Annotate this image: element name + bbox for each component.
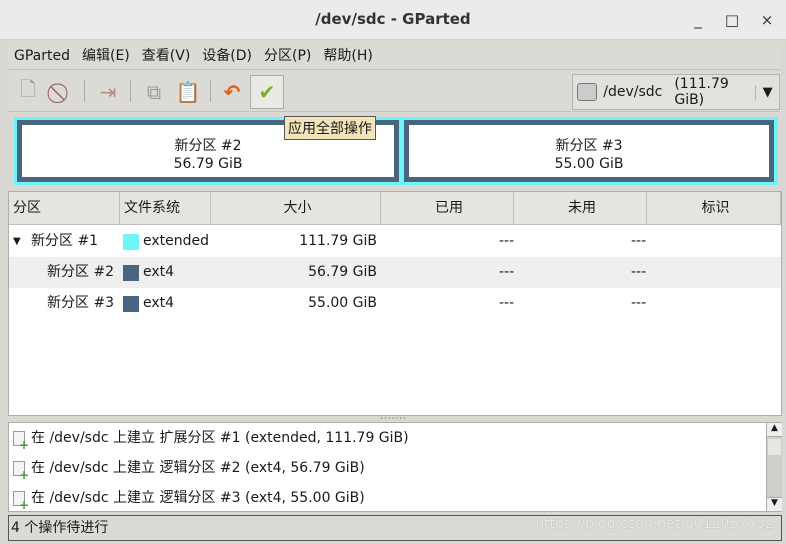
menu-view[interactable]: 查看(V) [136,42,197,70]
pending-operations-list: 在 /dev/sdc 上建立 扩展分区 #1 (extended, 111.79… [8,422,782,512]
minimize-button[interactable]: _ [686,8,710,32]
chevron-down-icon[interactable]: ▼ [755,84,779,100]
apply-all-icon[interactable]: ✔ [250,75,284,109]
new-partition-icon [13,490,29,510]
maximize-button[interactable]: □ [720,8,744,32]
new-partition-icon [13,460,29,480]
fs-color-swatch [123,265,139,281]
col-flags[interactable]: 标识 [647,192,781,225]
extended-partition-graph[interactable]: 新分区 #2 56.79 GiB 新分区 #3 55.00 GiB [14,117,778,185]
menu-bar: GParted 编辑(E) 查看(V) 设备(D) 分区(P) 帮助(H) [8,42,780,70]
disk-icon [577,83,598,101]
operation-text: 在 /dev/sdc 上建立 逻辑分区 #3 (ext4, 55.00 GiB) [31,490,365,506]
scrollbar[interactable]: ▲ ▼ [766,423,782,511]
menu-help[interactable]: 帮助(H) [317,42,378,70]
graph-partition-size: 56.79 GiB [173,156,243,172]
used: --- [499,233,515,249]
expander-icon[interactable]: ▼ [13,226,21,257]
col-used[interactable]: 已用 [381,192,514,225]
device-selector[interactable]: /dev/sdc (111.79 GiB) ▼ [572,74,780,110]
scroll-up-arrow-icon[interactable]: ▲ [767,423,782,437]
graph-partition-name: 新分区 #3 [555,138,623,154]
watermark: https://blog.csdn.net/u012057432 [535,516,774,532]
partition-table: 分区 文件系统 大小 已用 未用 标识 ▼ 新分区 #1 extended 11… [8,191,782,416]
menu-partition[interactable]: 分区(P) [258,42,317,70]
new-partition-icon[interactable]: 🗋 [12,76,44,108]
scroll-down-arrow-icon[interactable]: ▼ [767,497,782,511]
fs-color-swatch [123,296,139,312]
filesystem: extended [143,233,210,249]
col-size[interactable]: 大小 [211,192,381,225]
graph-partition-size: 55.00 GiB [554,156,624,172]
scroll-thumb[interactable] [768,439,781,455]
size: 111.79 GiB [299,233,377,249]
graph-partition-3[interactable]: 新分区 #3 55.00 GiB [404,120,774,182]
list-item[interactable]: 在 /dev/sdc 上建立 扩展分区 #1 (extended, 111.79… [13,423,409,453]
list-item[interactable]: 在 /dev/sdc 上建立 逻辑分区 #2 (ext4, 56.79 GiB) [13,453,365,483]
title-bar: /dev/sdc - GParted _ □ × [0,0,786,40]
col-unused[interactable]: 未用 [514,192,647,225]
table-row[interactable]: ▼ 新分区 #1 extended 111.79 GiB --- --- [9,226,781,257]
menu-edit[interactable]: 编辑(E) [76,42,136,70]
partition-name: 新分区 #1 [31,233,99,249]
copy-icon[interactable]: ⧉ [138,76,170,108]
resize-move-icon[interactable]: ⇥ [92,76,124,108]
table-row[interactable]: 新分区 #3 ext4 55.00 GiB --- --- [9,288,781,319]
device-name: /dev/sdc [603,84,663,100]
size: 55.00 GiB [308,295,377,311]
device-size: (111.79 GiB) [674,76,729,108]
operation-text: 在 /dev/sdc 上建立 扩展分区 #1 (extended, 111.79… [31,430,409,446]
tooltip: 应用全部操作 [284,116,376,140]
operation-text: 在 /dev/sdc 上建立 逻辑分区 #2 (ext4, 56.79 GiB) [31,460,365,476]
unused: --- [631,264,647,280]
col-partition[interactable]: 分区 [9,192,120,225]
filesystem: ext4 [143,264,175,280]
used: --- [499,295,515,311]
unused: --- [631,233,647,249]
filesystem: ext4 [143,295,175,311]
size: 56.79 GiB [308,264,377,280]
unused: --- [631,295,647,311]
window-title: /dev/sdc - GParted [315,10,471,28]
paste-icon[interactable]: 📋 [172,76,204,108]
fs-color-swatch [123,234,139,250]
partition-name: 新分区 #3 [47,295,115,311]
undo-icon[interactable]: ↶ [216,76,248,108]
used: --- [499,264,515,280]
partition-name: 新分区 #2 [47,264,115,280]
new-partition-icon [13,430,29,450]
list-item[interactable]: 在 /dev/sdc 上建立 逻辑分区 #3 (ext4, 55.00 GiB) [13,483,365,513]
table-row[interactable]: 新分区 #2 ext4 56.79 GiB --- --- [9,257,781,288]
close-button[interactable]: × [755,8,779,32]
menu-gparted[interactable]: GParted [8,42,76,70]
menu-device[interactable]: 设备(D) [196,42,258,70]
delete-icon[interactable]: ⃠ [46,76,78,108]
col-filesystem[interactable]: 文件系统 [120,192,211,225]
